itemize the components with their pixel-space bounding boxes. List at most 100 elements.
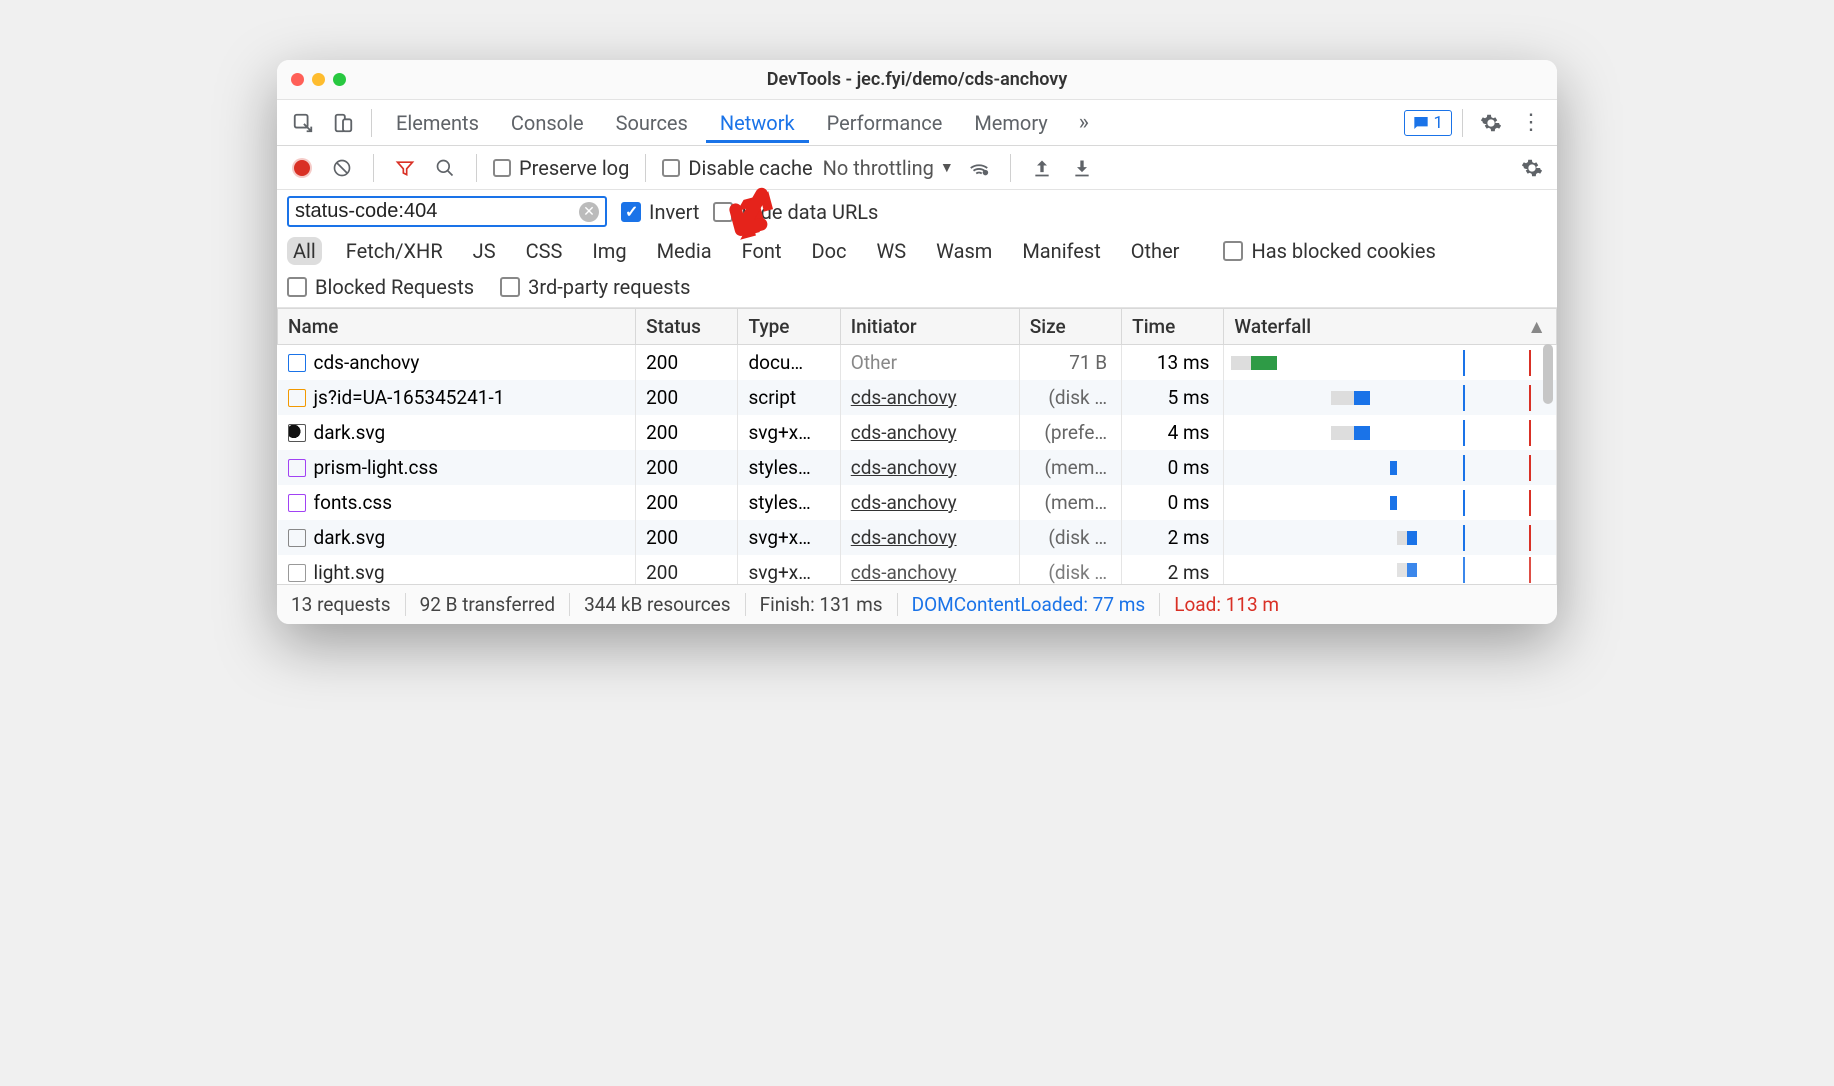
status-load: Load: 113 m [1160,593,1279,616]
request-initiator[interactable]: cds-anchovy [851,456,957,479]
request-time: 2 ms [1122,520,1224,555]
tab-network[interactable]: Network [706,103,809,143]
col-size[interactable]: Size [1019,309,1121,345]
table-row[interactable]: fonts.css200styles…cds-anchovy(mem…0 ms [278,485,1557,520]
minimize-window-button[interactable] [312,73,325,86]
request-type: svg+x… [738,555,840,584]
request-status: 200 [636,415,738,450]
tab-memory[interactable]: Memory [960,103,1061,143]
table-row[interactable]: light.svg200svg+x…cds-anchovy(disk …2 ms [278,555,1557,584]
status-finish: Finish: 131 ms [746,593,898,616]
request-waterfall [1224,485,1557,520]
separator [371,109,372,137]
tab-performance[interactable]: Performance [813,103,957,143]
disable-cache-checkbox[interactable]: Disable cache [662,156,812,180]
invert-label: Invert [649,200,699,224]
tab-sources[interactable]: Sources [602,103,702,143]
request-name: fonts.css [314,491,393,514]
request-name: cds-anchovy [314,351,420,374]
network-conditions-icon[interactable] [964,153,994,183]
request-size: (mem… [1019,450,1121,485]
blocked-requests-checkbox[interactable]: Blocked Requests [287,275,474,299]
filter-type-wasm[interactable]: Wasm [930,237,998,265]
request-status: 200 [636,555,738,584]
request-initiator[interactable]: cds-anchovy [851,491,957,514]
zoom-window-button[interactable] [333,73,346,86]
table-row[interactable]: cds-anchovy200docu…Other71 B13 ms [278,345,1557,381]
status-domcontentloaded: DOMContentLoaded: 77 ms [898,593,1161,616]
panel-tabs: Elements Console Sources Network Perform… [277,100,1557,146]
filter-type-other[interactable]: Other [1125,237,1186,265]
separator [1462,109,1463,137]
request-size: (disk … [1019,555,1121,584]
col-type[interactable]: Type [738,309,840,345]
separator [476,154,477,182]
request-time: 0 ms [1122,450,1224,485]
requests-table-wrap: Name Status Type Initiator Size Time Wat… [277,308,1557,584]
window-title: DevTools - jec.fyi/demo/cds-anchovy [277,69,1557,90]
table-row[interactable]: dark.svg200svg+x…cds-anchovy(disk …2 ms [278,520,1557,555]
invert-checkbox[interactable]: Invert [621,200,699,224]
table-row[interactable]: prism-light.css200styles…cds-anchovy(mem… [278,450,1557,485]
filter-type-css[interactable]: CSS [520,237,569,265]
filter-type-ws[interactable]: WS [871,237,913,265]
request-name: dark.svg [314,421,386,444]
request-type: styles… [738,450,840,485]
throttling-dropdown[interactable]: No throttling ▼ [823,156,954,180]
device-toolbar-icon[interactable] [325,105,361,141]
request-name: dark.svg [314,526,386,549]
kebab-menu-icon[interactable]: ⋮ [1513,105,1549,141]
filter-type-js[interactable]: JS [467,237,502,265]
table-row[interactable]: dark.svg200svg+x…cds-anchovy(prefe…4 ms [278,415,1557,450]
request-initiator[interactable]: cds-anchovy [851,421,957,444]
col-time[interactable]: Time [1122,309,1224,345]
col-initiator[interactable]: Initiator [840,309,1019,345]
col-waterfall[interactable]: Waterfall ▲ [1224,309,1557,345]
sort-asc-icon: ▲ [1527,315,1546,339]
third-party-checkbox[interactable]: 3rd-party requests [500,275,690,299]
checkbox-checked-icon [621,202,641,222]
file-svg-icon [288,424,306,442]
filter-type-font[interactable]: Font [736,237,788,265]
settings-icon[interactable] [1473,105,1509,141]
hide-data-urls-checkbox[interactable]: Hide data URLs [713,200,878,224]
col-name[interactable]: Name [278,309,636,345]
close-window-button[interactable] [291,73,304,86]
inspect-element-icon[interactable] [285,105,321,141]
filter-type-manifest[interactable]: Manifest [1016,237,1106,265]
download-har-icon[interactable] [1067,153,1097,183]
clear-filter-icon[interactable]: ✕ [579,202,599,222]
search-icon[interactable] [430,153,460,183]
filter-type-fetchxhr[interactable]: Fetch/XHR [340,237,449,265]
filter-input[interactable] [295,200,579,223]
table-row[interactable]: js?id=UA-165345241-1200scriptcds-anchovy… [278,380,1557,415]
upload-har-icon[interactable] [1027,153,1057,183]
filter-bar: ✕ Invert Hide data URLs All Fetch/XHR JS CS… [277,190,1557,308]
request-initiator[interactable]: cds-anchovy [851,561,957,584]
network-settings-icon[interactable] [1517,153,1547,183]
tab-elements[interactable]: Elements [382,103,493,143]
clear-button[interactable] [327,153,357,183]
filter-type-media[interactable]: Media [651,237,718,265]
issues-badge[interactable]: 1 [1404,110,1452,136]
filter-type-doc[interactable]: Doc [806,237,853,265]
file-js-icon [288,389,306,407]
tab-console[interactable]: Console [497,103,598,143]
filter-type-all[interactable]: All [287,237,322,265]
requests-table: Name Status Type Initiator Size Time Wat… [277,308,1557,584]
record-button[interactable] [287,153,317,183]
request-size: 71 B [1019,345,1121,381]
col-status[interactable]: Status [636,309,738,345]
request-initiator[interactable]: cds-anchovy [851,386,957,409]
filter-input-wrap[interactable]: ✕ [287,196,607,227]
request-initiator: Other [851,351,897,374]
request-name: prism-light.css [314,456,439,479]
preserve-log-checkbox[interactable]: Preserve log [493,156,629,180]
request-waterfall [1224,345,1557,381]
filter-type-img[interactable]: Img [586,237,632,265]
request-initiator[interactable]: cds-anchovy [851,526,957,549]
has-blocked-cookies-checkbox[interactable]: Has blocked cookies [1223,239,1435,263]
network-toolbar: Preserve log Disable cache No throttling… [277,146,1557,190]
more-tabs-button[interactable]: » [1066,105,1102,141]
filter-icon[interactable] [390,153,420,183]
